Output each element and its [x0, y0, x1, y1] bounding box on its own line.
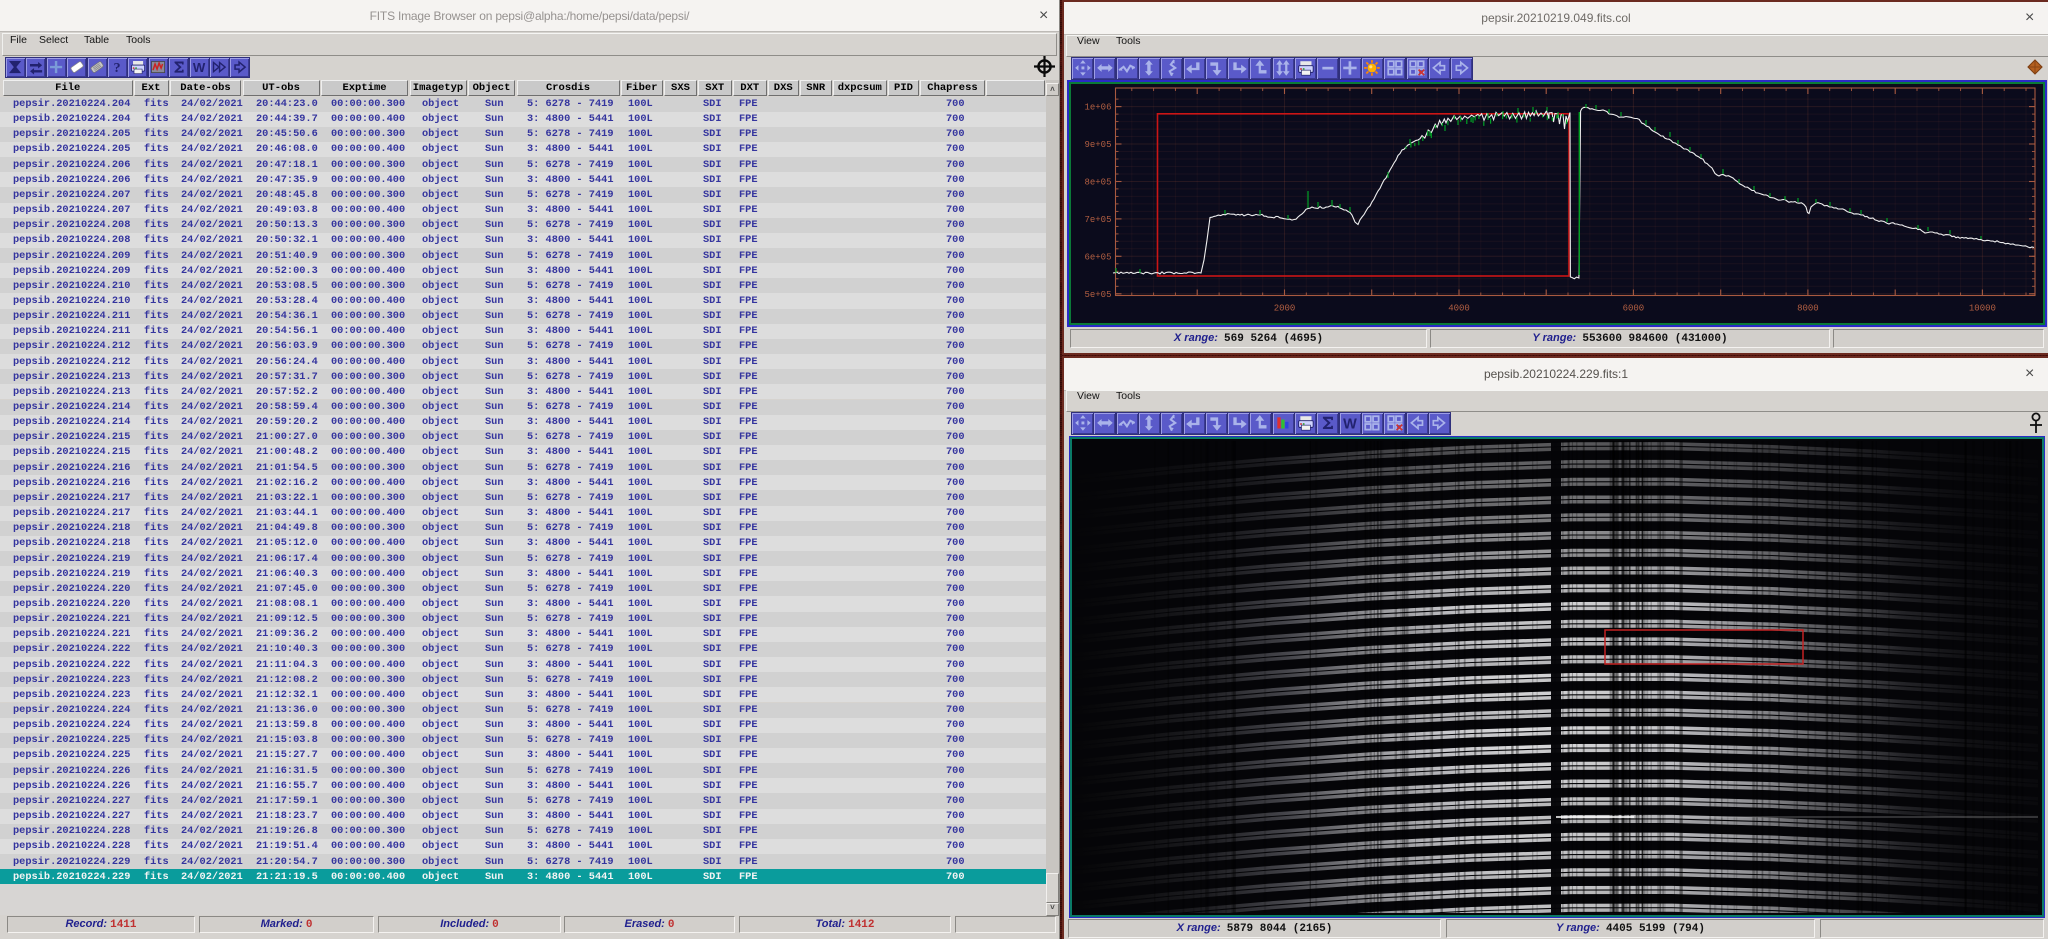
svg-text:?: ?	[114, 60, 121, 75]
svg-text:5e+05: 5e+05	[1084, 290, 1111, 300]
svg-text:6000: 6000	[1623, 304, 1645, 314]
svg-text:6e+05: 6e+05	[1084, 252, 1111, 262]
svg-text:8000: 8000	[1797, 304, 1819, 314]
svg-text:W: W	[1343, 416, 1357, 431]
svg-text:4000: 4000	[1448, 304, 1470, 314]
svg-text:8e+05: 8e+05	[1084, 178, 1111, 188]
svg-text:7e+05: 7e+05	[1084, 215, 1111, 225]
svg-text:1e+06: 1e+06	[1084, 103, 1111, 113]
svg-text:10000: 10000	[1969, 304, 1996, 314]
svg-text:9e+05: 9e+05	[1084, 140, 1111, 150]
svg-text:2000: 2000	[1274, 304, 1296, 314]
svg-text:W: W	[193, 60, 206, 75]
